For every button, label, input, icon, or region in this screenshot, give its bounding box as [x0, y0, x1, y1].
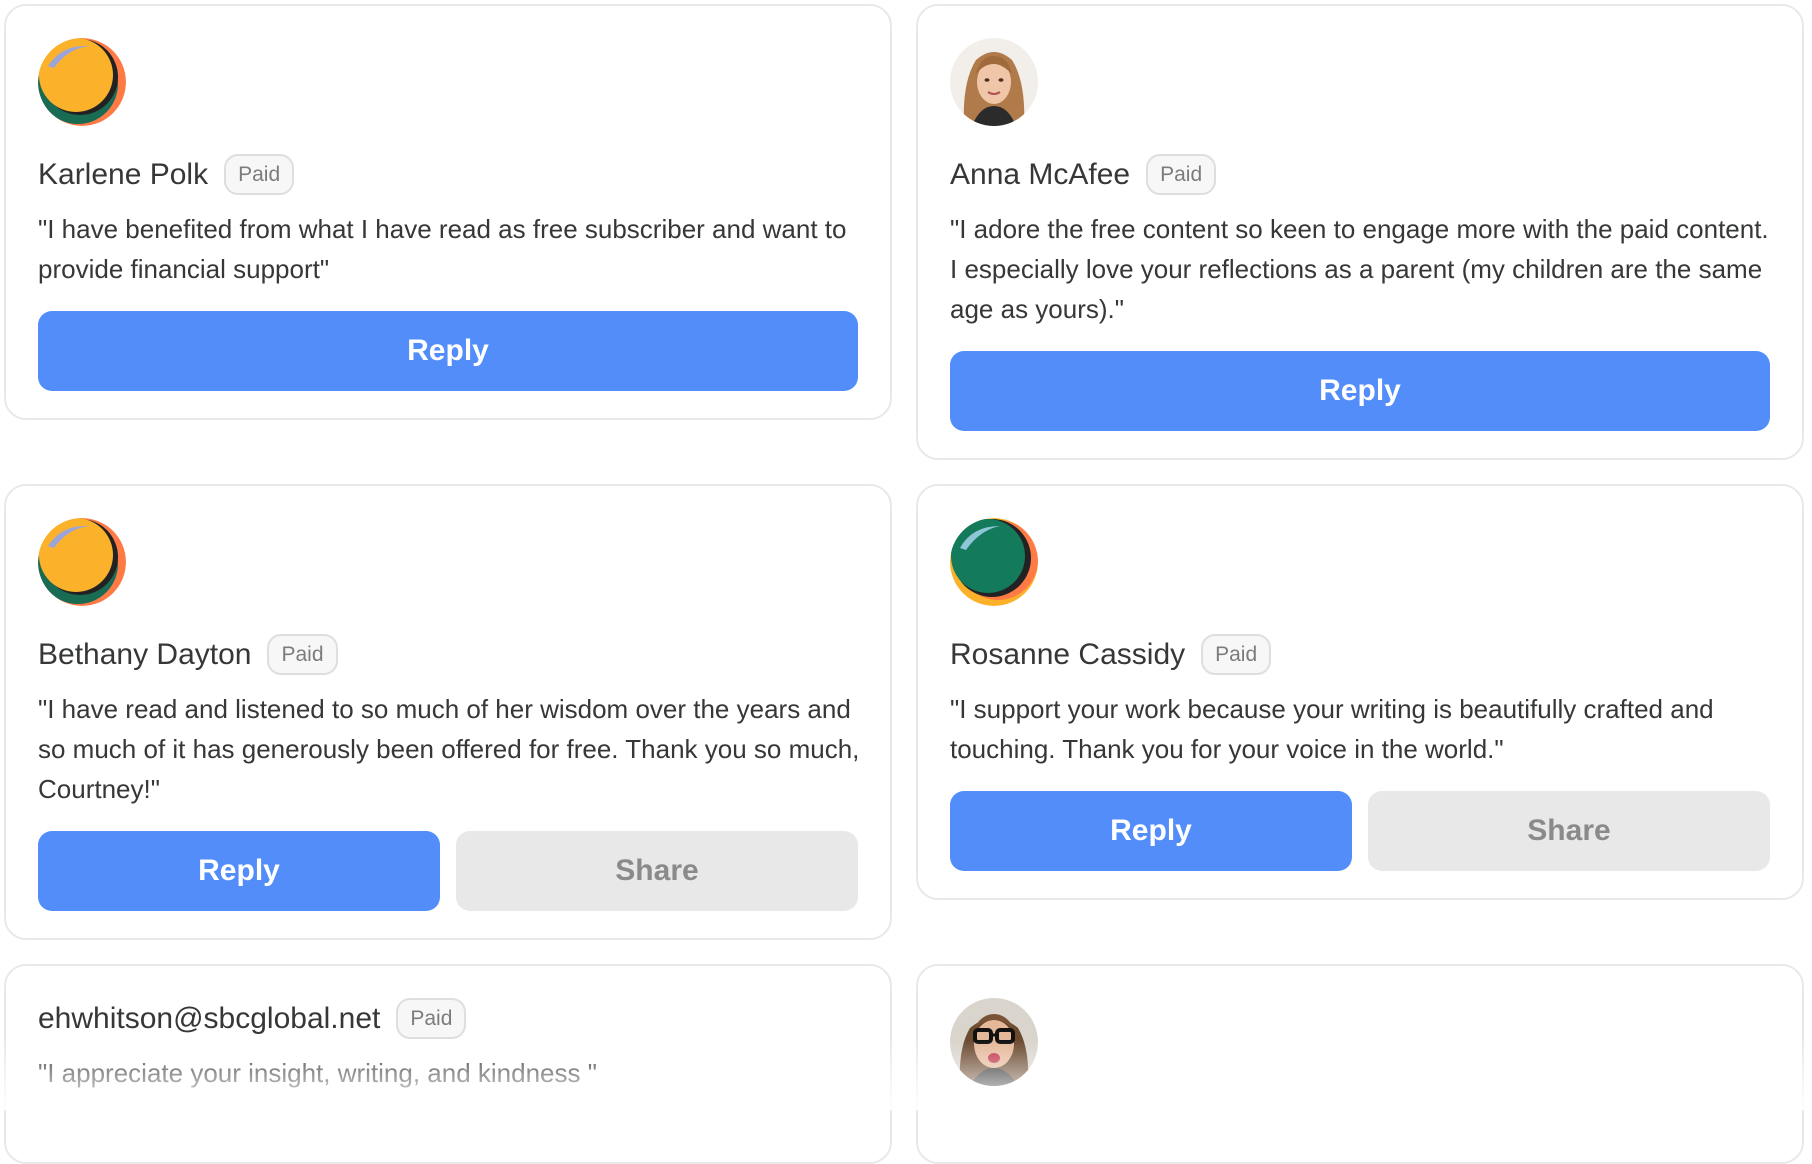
woman-photo-avatar-icon	[950, 38, 1038, 126]
testimonial-quote: "I appreciate your insight, writing, and…	[38, 1058, 597, 1088]
paid-badge: Paid	[1146, 154, 1217, 195]
testimonial-card: Karlene Polk Paid "I have benefited from…	[4, 4, 892, 420]
subscriber-name: Karlene Polk	[38, 157, 209, 191]
testimonial-card: ehwhitson@sbcglobal.net Paid "I apprecia…	[4, 964, 892, 1164]
abstract-avatar-icon	[950, 518, 1038, 606]
testimonial-quote: "I support your work because your writin…	[950, 694, 1714, 764]
share-button[interactable]: Share	[1368, 791, 1770, 871]
reply-button[interactable]: Reply	[38, 831, 440, 911]
testimonial-card: Bethany Dayton Paid "I have read and lis…	[4, 484, 892, 940]
paid-badge: Paid	[224, 154, 295, 195]
testimonial-quote: "I adore the free content so keen to eng…	[950, 214, 1769, 324]
paid-badge: Paid	[396, 998, 467, 1039]
abstract-avatar-icon	[38, 518, 126, 606]
reply-button[interactable]: Reply	[950, 351, 1770, 431]
paid-badge: Paid	[1201, 634, 1272, 675]
testimonial-card: Rosanne Cassidy Paid "I support your wor…	[916, 484, 1804, 900]
paid-badge: Paid	[267, 634, 338, 675]
subscriber-name: Rosanne Cassidy	[950, 637, 1186, 671]
testimonial-card: Anna McAfee Paid "I adore the free conte…	[916, 4, 1804, 460]
reply-button[interactable]: Reply	[38, 311, 858, 391]
testimonial-card	[916, 964, 1804, 1164]
reply-button[interactable]: Reply	[950, 791, 1352, 871]
woman-glasses-photo-avatar-icon	[950, 998, 1038, 1086]
subscriber-name: Anna McAfee	[950, 157, 1131, 191]
testimonial-quote: "I have benefited from what I have read …	[38, 214, 847, 284]
share-button[interactable]: Share	[456, 831, 858, 911]
abstract-avatar-icon	[38, 38, 126, 126]
testimonial-quote: "I have read and listened to so much of …	[38, 694, 860, 804]
subscriber-name: ehwhitson@sbcglobal.net	[38, 1001, 381, 1035]
subscriber-name: Bethany Dayton	[38, 637, 252, 671]
